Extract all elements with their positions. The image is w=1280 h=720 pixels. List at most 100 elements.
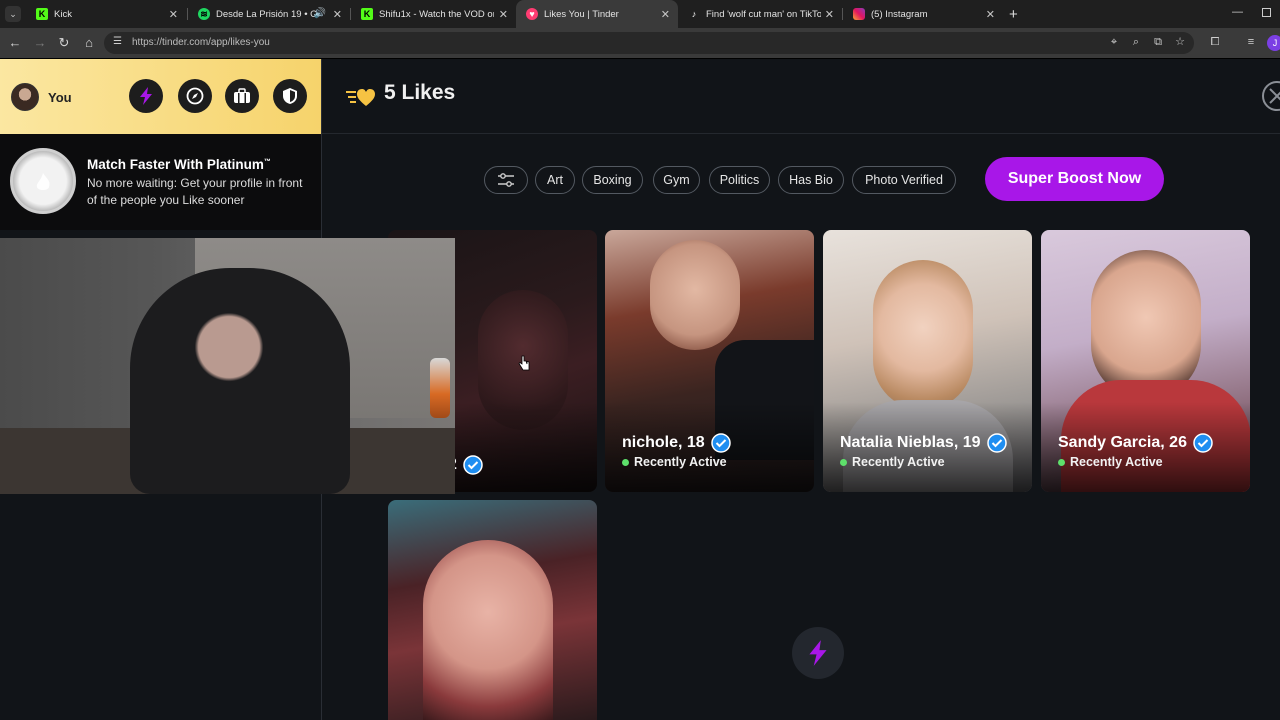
- tinder-icon: ♥: [526, 8, 538, 20]
- platinum-logo: [10, 148, 76, 214]
- instagram-icon: [853, 8, 865, 20]
- boost-icon: [809, 640, 827, 666]
- filter-chip-photo-verified[interactable]: Photo Verified: [852, 166, 956, 194]
- tab-title: (5) Instagram: [871, 8, 928, 20]
- webcam-bottle: [430, 358, 450, 418]
- card-status: Recently Active: [622, 455, 727, 469]
- home-icon[interactable]: ⌂: [81, 35, 97, 51]
- tab-title: Desde La Prisión 19 • Grupo: [216, 8, 316, 20]
- close-tab-icon[interactable]: ✕: [986, 8, 995, 21]
- profile-photo: [1091, 250, 1201, 400]
- like-card[interactable]: nichole, 18 Recently Active: [605, 230, 814, 492]
- tab-tiktok[interactable]: ♪ Find 'wolf cut man' on TikTok | ✕: [678, 0, 842, 28]
- maximize-icon[interactable]: [1262, 8, 1271, 17]
- filter-chip-gym[interactable]: Gym: [653, 166, 700, 194]
- spotify-icon: ≋: [198, 8, 210, 20]
- webcam-person: [130, 268, 350, 494]
- flame-icon: [36, 173, 50, 190]
- promo-text: No more waiting: Get your profile in fro…: [87, 176, 303, 207]
- filter-chip-boxing[interactable]: Boxing: [582, 166, 643, 194]
- new-tab-button[interactable]: +: [1009, 6, 1018, 23]
- filter-chip-art[interactable]: Art: [535, 166, 575, 194]
- hand-cursor-icon: [518, 355, 530, 371]
- bookmark-star-icon[interactable]: ☆: [1173, 35, 1187, 49]
- close-button[interactable]: [1262, 81, 1280, 111]
- verified-icon: [986, 433, 1007, 453]
- close-tab-icon[interactable]: ✕: [499, 8, 508, 21]
- close-tab-icon[interactable]: ✕: [661, 8, 670, 21]
- page-title: 5 Likes: [384, 81, 456, 104]
- close-tab-icon[interactable]: ✕: [169, 8, 178, 21]
- profile-photo: [650, 240, 740, 350]
- boost-button[interactable]: [129, 79, 163, 113]
- verified-icon: [1193, 433, 1213, 453]
- tab-title: Shifu1x - Watch the VOD on Ki: [379, 8, 494, 20]
- filter-chip-has-bio[interactable]: Has Bio: [778, 166, 844, 194]
- online-dot: [840, 458, 847, 466]
- filter-chip-politics[interactable]: Politics: [709, 166, 770, 194]
- filter-settings-button[interactable]: [484, 166, 528, 194]
- promo-title: Match Faster With Platinum™: [87, 157, 271, 172]
- url-text: https://tinder.com/app/likes-you: [132, 37, 270, 48]
- like-card[interactable]: [388, 500, 597, 720]
- safety-button[interactable]: [273, 79, 307, 113]
- online-dot: [1058, 458, 1065, 466]
- platinum-promo[interactable]: Match Faster With Platinum™ No more wait…: [0, 134, 321, 230]
- profile-photo: [423, 540, 553, 720]
- sidebar-header: You: [0, 59, 321, 134]
- kick-icon: K: [36, 8, 48, 20]
- profile-avatar[interactable]: J: [1267, 35, 1280, 51]
- card-status: Recently Active: [840, 455, 945, 469]
- browser-tab-bar: ⌄ K Kick ✕ ≋ Desde La Prisión 19 • Grupo…: [0, 0, 1280, 28]
- address-bar[interactable]: ☰ https://tinder.com/app/likes-you: [104, 32, 1194, 54]
- explore-icon: [186, 87, 204, 105]
- super-boost-button[interactable]: Super Boost Now: [985, 157, 1164, 201]
- likes-hearts-icon: [346, 89, 375, 106]
- minimize-icon[interactable]: —: [1232, 6, 1243, 18]
- like-card[interactable]: Natalia Nieblas, 19 Recently Active: [823, 230, 1032, 492]
- card-name: Sandy Garcia, 26: [1058, 433, 1213, 453]
- likes-header: 5 Likes: [322, 59, 1280, 134]
- shield-icon: [283, 88, 297, 104]
- location-icon[interactable]: ⌖: [1107, 35, 1121, 49]
- boost-icon: [140, 87, 152, 105]
- back-icon[interactable]: ←: [7, 35, 23, 51]
- sliders-icon: [498, 173, 514, 187]
- tab-title: Likes You | Tinder: [544, 8, 619, 20]
- tab-search-dropdown[interactable]: ⌄: [5, 6, 21, 22]
- install-icon[interactable]: ⧉: [1151, 35, 1165, 49]
- extensions-icon[interactable]: ⧠: [1208, 35, 1222, 49]
- online-dot: [622, 458, 629, 466]
- user-label[interactable]: You: [48, 90, 72, 105]
- verified-icon: [463, 455, 483, 475]
- like-card[interactable]: Sandy Garcia, 26 Recently Active: [1041, 230, 1250, 492]
- tiktok-icon: ♪: [691, 9, 697, 19]
- explore-button[interactable]: [178, 79, 212, 113]
- portfolio-button[interactable]: [225, 79, 259, 113]
- tab-kick-vod[interactable]: K Shifu1x - Watch the VOD on Ki ✕: [351, 0, 516, 28]
- tab-kick[interactable]: K Kick ✕: [26, 0, 186, 28]
- avatar[interactable]: [11, 83, 39, 111]
- card-name: Natalia Nieblas, 19: [840, 433, 1007, 453]
- boost-fab[interactable]: [792, 627, 844, 679]
- profile-initial: J: [1272, 38, 1278, 48]
- webcam-overlay: [0, 238, 455, 494]
- tab-spotify[interactable]: ≋ Desde La Prisión 19 • Grupo 🔊 ✕: [188, 0, 350, 28]
- card-status: Recently Active: [1058, 455, 1163, 469]
- zoom-icon[interactable]: ⌕: [1129, 35, 1143, 49]
- forward-icon[interactable]: →: [32, 35, 48, 51]
- site-info-icon[interactable]: ☰: [113, 36, 122, 47]
- close-tab-icon[interactable]: ✕: [825, 8, 834, 21]
- close-icon: [1269, 88, 1280, 104]
- card-name: nichole, 18: [622, 433, 731, 453]
- kick-icon: K: [361, 8, 373, 20]
- close-tab-icon[interactable]: ✕: [333, 8, 342, 21]
- speaker-icon[interactable]: 🔊: [314, 8, 326, 19]
- trademark: ™: [263, 158, 271, 166]
- media-icon[interactable]: ≡: [1244, 35, 1258, 49]
- tab-instagram[interactable]: (5) Instagram ✕: [843, 0, 1003, 28]
- briefcase-icon: [234, 88, 250, 103]
- reload-icon[interactable]: ↻: [56, 35, 72, 51]
- profile-photo: [873, 260, 973, 410]
- tab-tinder[interactable]: ♥ Likes You | Tinder ✕: [516, 0, 678, 28]
